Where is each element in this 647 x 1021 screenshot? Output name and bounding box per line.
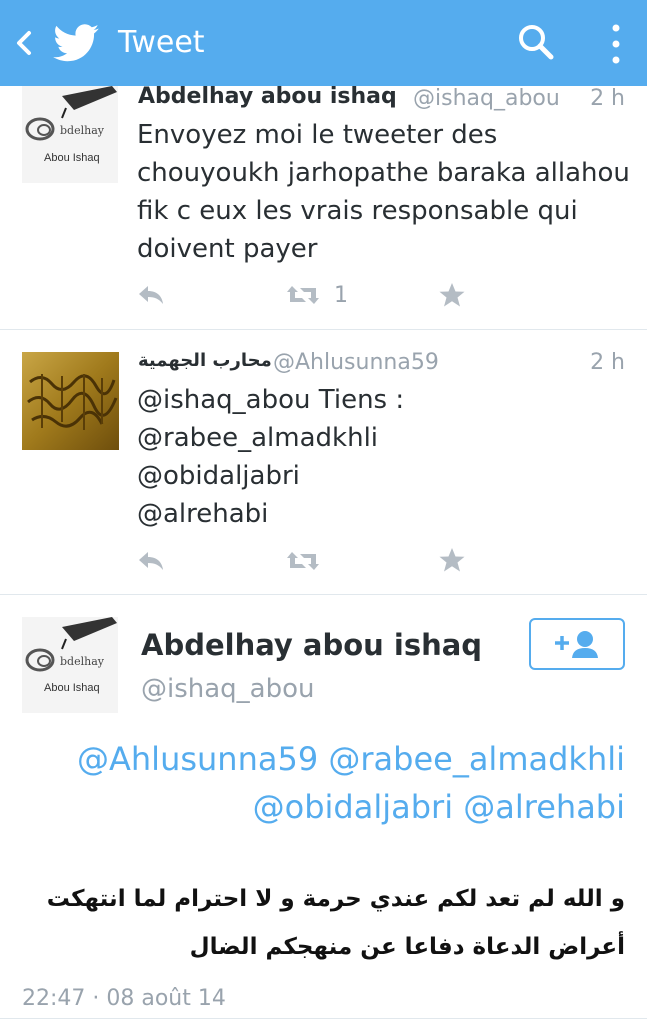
follow-button[interactable] [529,618,625,670]
mentions-line[interactable]: @obidaljabri @alrehabi [253,788,625,826]
tweet-time: 2 h [590,86,625,111]
svg-text:bdelhay: bdelhay [60,124,105,137]
mentions-line[interactable]: @Ahlusunna59 @rabee_almadkhli [77,740,625,778]
page-title: Tweet [118,25,205,60]
tweet-time: 2 h [590,350,625,375]
reply-icon[interactable] [137,548,165,572]
tweet-text: Envoyez moi le tweeter des chouyoukh jar… [137,116,630,268]
retweet-icon[interactable] [286,284,320,306]
tweet-text-arabic: و الله لم تعد لكم عندي حرمة و لا احترام … [46,886,625,912]
tweet-author-name[interactable]: محارب الجهمية [138,350,272,371]
avatar[interactable] [22,352,119,450]
favorite-star-icon[interactable] [439,282,465,308]
tweet-text: @ishaq_abou Tiens : @rabee_almadkhli @ob… [137,381,404,533]
avatar[interactable]: bdelhay Abou Ishaq [22,86,118,183]
tweet-text-line: doivent payer [137,234,318,264]
divider [0,594,647,595]
tweet-text-line: @rabee_almadkhli [137,423,379,453]
tweet-author-handle[interactable]: @Ahlusunna59 [273,350,439,375]
tweet-author-handle[interactable]: @ishaq_abou [413,86,560,111]
tweet-text-line: @obidaljabri [137,461,300,491]
tweet-text-line: Envoyez moi le tweeter des [137,120,498,150]
tweet-text-line: fik c eux les vrais responsable qui [137,196,578,226]
svg-text:Abou Ishaq: Abou Ishaq [44,152,100,164]
twitter-bird-icon [53,24,99,62]
divider [0,329,647,330]
tweet-text-line: @alrehabi [137,499,269,529]
back-icon[interactable] [12,28,36,58]
tweet-text-line: chouyoukh jarhopathe baraka allahou [137,158,630,188]
svg-text:Abou Ishaq: Abou Ishaq [44,682,100,694]
top-app-bar: Tweet [0,0,647,86]
author-name[interactable]: Abdelhay abou ishaq [141,628,482,662]
reply-icon[interactable] [137,282,165,306]
retweet-icon[interactable] [286,550,320,572]
favorite-star-icon[interactable] [439,547,465,573]
tweet-timestamp: 22:47 · 08 août 14 [22,986,226,1011]
search-icon[interactable] [516,22,556,62]
author-handle[interactable]: @ishaq_abou [141,674,315,704]
tweet-author-name[interactable]: Abdelhay abou ishaq [138,84,397,109]
avatar[interactable]: bdelhay Abou Ishaq [22,617,118,713]
add-user-icon [555,631,598,658]
tweet-text-line: @ishaq_abou Tiens : [137,385,405,415]
tweet-text-arabic: أعراض الدعاة دفاعا عن منهجكم الضال [189,934,625,960]
retweet-count: 1 [334,283,348,308]
more-icon[interactable] [606,22,626,66]
svg-text:bdelhay: bdelhay [60,655,105,668]
divider [0,1018,647,1019]
